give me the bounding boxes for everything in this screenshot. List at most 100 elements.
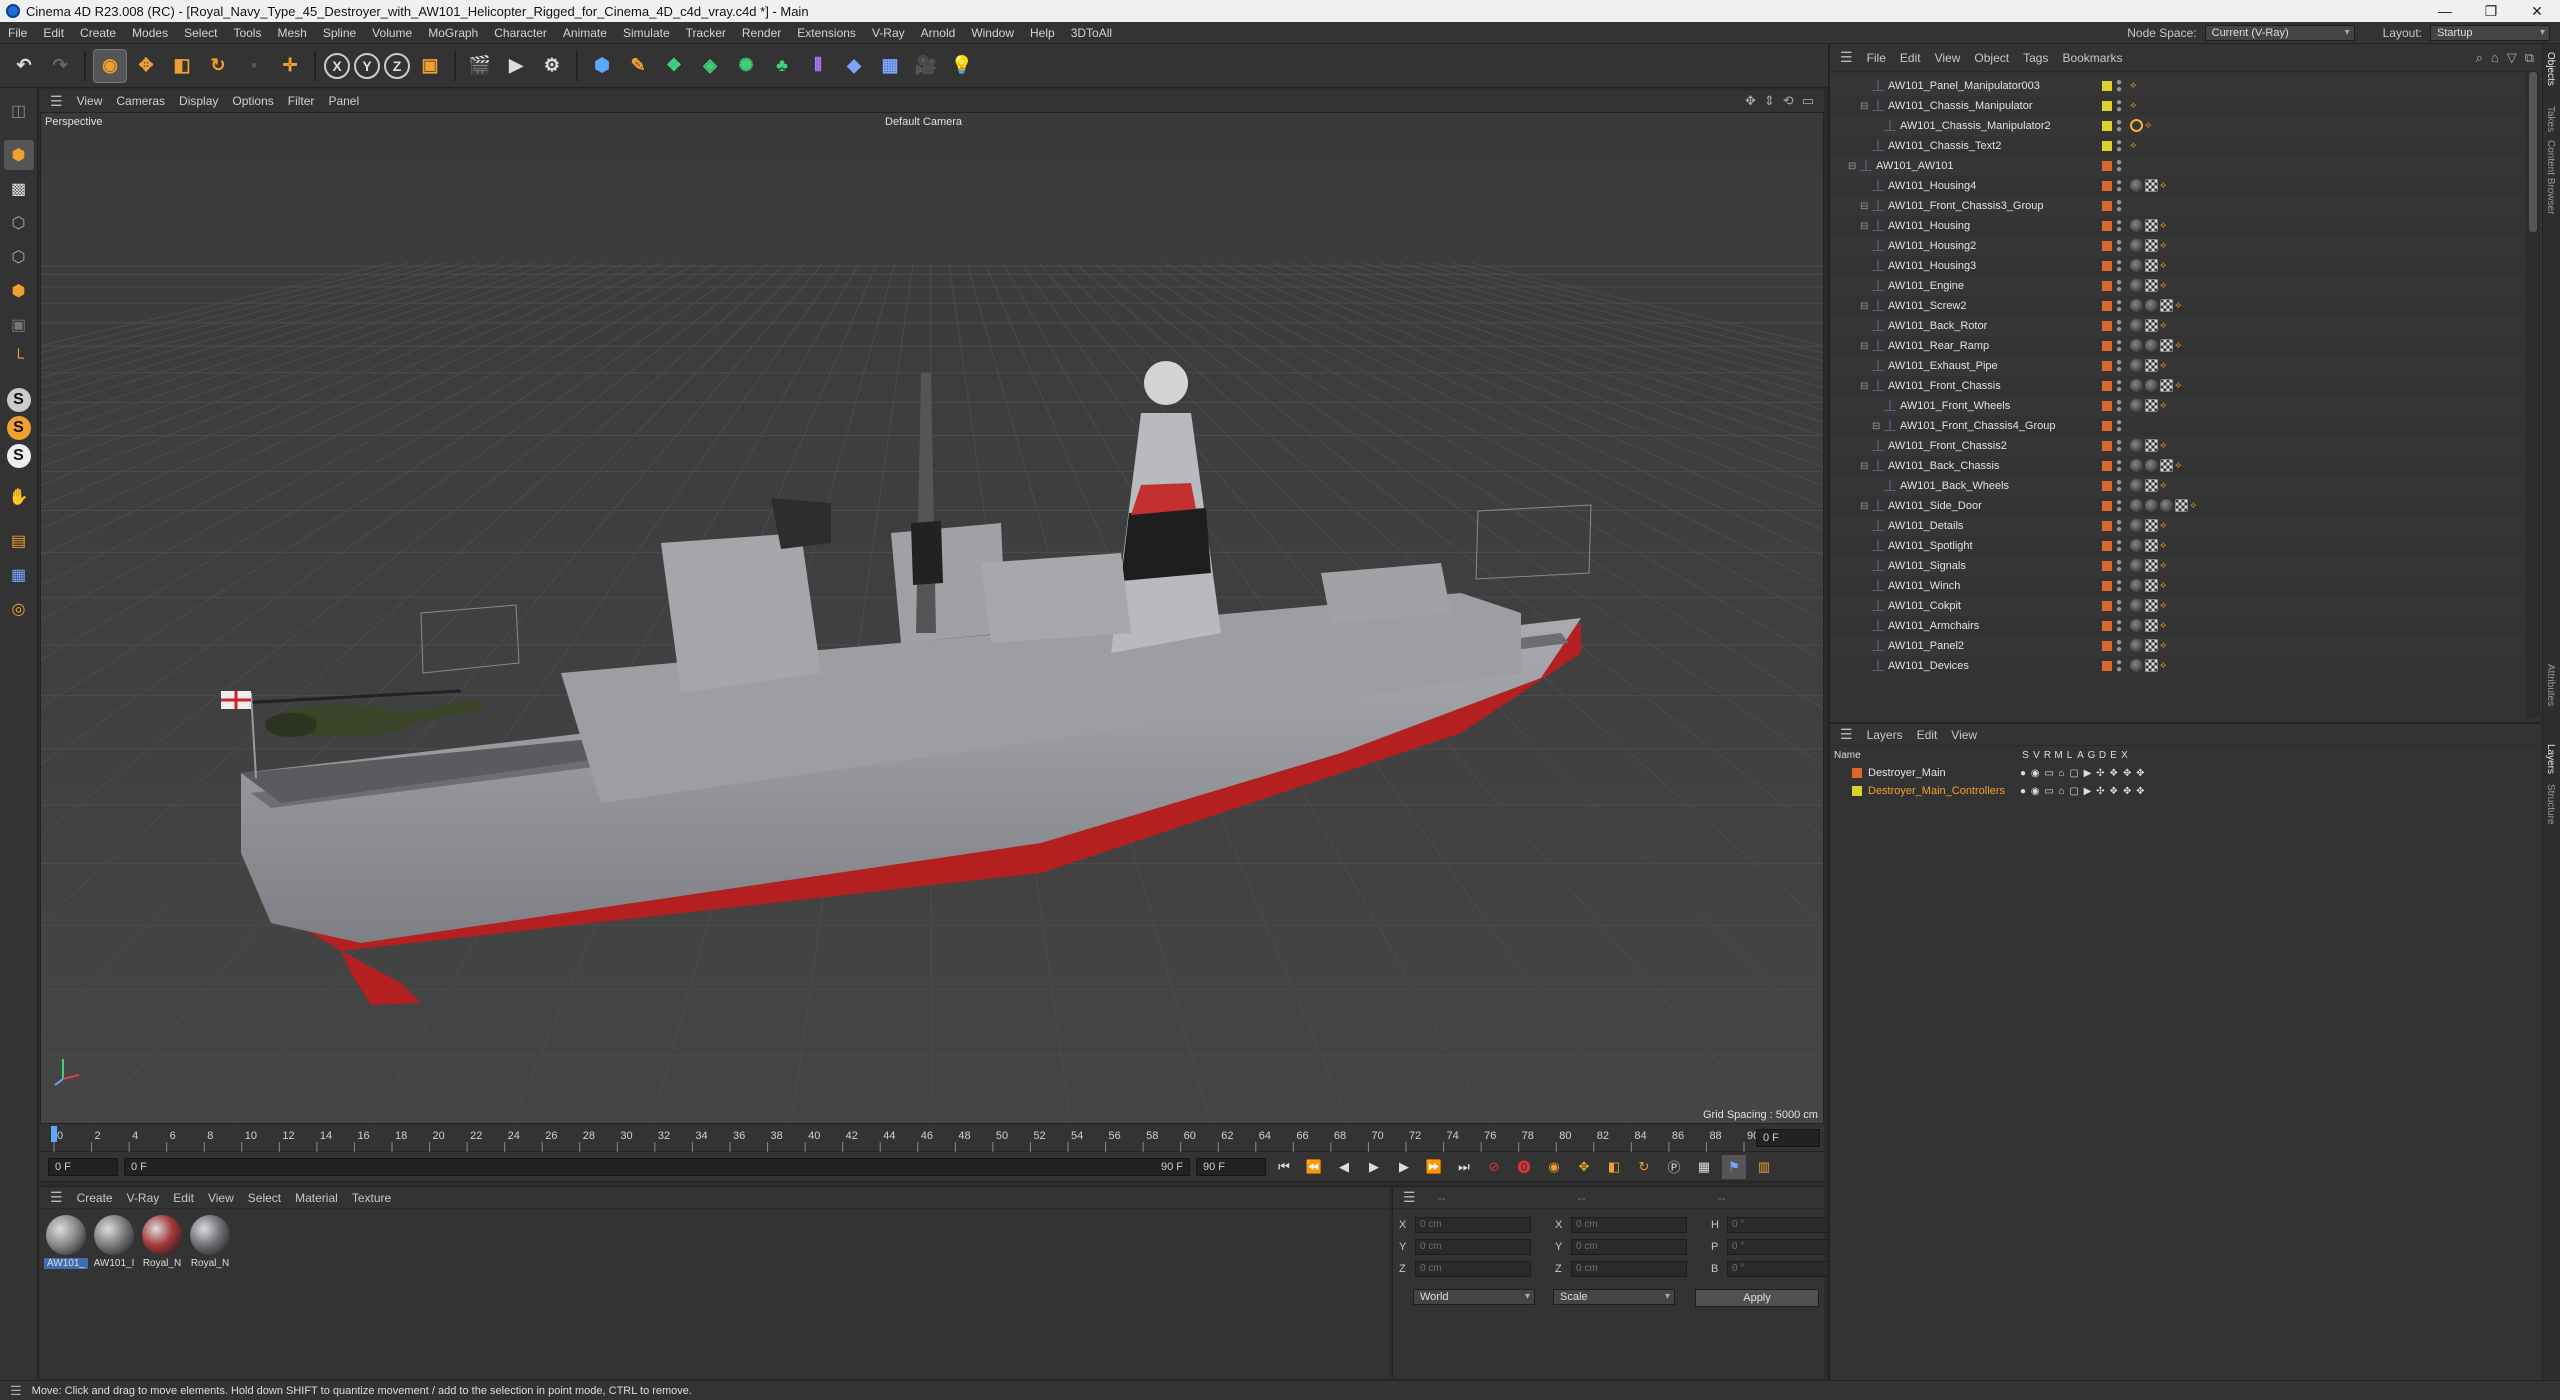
expand-toggle-icon[interactable]: ⊟ bbox=[1860, 221, 1872, 232]
object-menu-view[interactable]: View bbox=[1935, 51, 1961, 65]
layout-dropdown[interactable]: Startup bbox=[2430, 24, 2550, 41]
rig-tag-icon[interactable]: ⟡ bbox=[2175, 299, 2188, 312]
layer-color-swatch[interactable] bbox=[2102, 461, 2112, 471]
soft-selection-icon[interactable]: ◎ bbox=[4, 594, 34, 624]
layer-column-g[interactable]: G bbox=[2086, 750, 2097, 761]
menu-simulate[interactable]: Simulate bbox=[615, 26, 678, 40]
material-menu-texture[interactable]: Texture bbox=[352, 1191, 391, 1205]
material-menu-edit[interactable]: Edit bbox=[173, 1191, 194, 1205]
object-row[interactable]: ⏊ AW101_Housing4 ● ● ⟡ bbox=[1830, 176, 2524, 196]
object-row[interactable]: ⏊ AW101_Spotlight ● ● ⟡ bbox=[1830, 536, 2524, 556]
rig-tag-icon[interactable]: ⟡ bbox=[2160, 179, 2173, 192]
menu-tools[interactable]: Tools bbox=[225, 26, 269, 40]
menu-spline[interactable]: Spline bbox=[315, 26, 364, 40]
status-menu-icon[interactable]: ☰ bbox=[10, 1383, 22, 1399]
texture-tag-icon[interactable] bbox=[2145, 439, 2158, 452]
edges-mode-icon[interactable]: ⬡ bbox=[4, 242, 34, 272]
sculpt-icon[interactable]: ✋ bbox=[4, 482, 34, 512]
rig-tag-icon[interactable]: ⟡ bbox=[2160, 659, 2173, 672]
rig-tag-icon[interactable]: ⟡ bbox=[2160, 399, 2173, 412]
menu-extensions[interactable]: Extensions bbox=[789, 26, 864, 40]
visibility-dots-icon[interactable]: ● ● bbox=[2116, 618, 2122, 635]
menu-mesh[interactable]: Mesh bbox=[269, 26, 314, 40]
viewport-menu-options[interactable]: Options bbox=[232, 94, 273, 108]
object-row[interactable]: ⏊ AW101_Housing3 ● ● ⟡ bbox=[1830, 256, 2524, 276]
texture-tag-icon[interactable] bbox=[2145, 279, 2158, 292]
field-icon[interactable]: ◆ bbox=[838, 50, 870, 82]
rig-tag-icon[interactable]: ⟡ bbox=[2160, 279, 2173, 292]
current-frame-field[interactable]: 0 F bbox=[1756, 1129, 1820, 1147]
object-row[interactable]: ⏊ AW101_Chassis_Text2 ● ● ⟡ bbox=[1830, 136, 2524, 156]
visibility-dots-icon[interactable]: ● ● bbox=[2116, 438, 2122, 455]
object-row[interactable]: ⏊ AW101_Engine ● ● ⟡ bbox=[1830, 276, 2524, 296]
texture-tag-icon[interactable] bbox=[2160, 379, 2173, 392]
material-tag-icon[interactable] bbox=[2130, 279, 2143, 292]
material-tag-icon[interactable] bbox=[2145, 299, 2158, 312]
viewport-menu-panel[interactable]: Panel bbox=[328, 94, 359, 108]
layer-column-a[interactable]: A bbox=[2075, 750, 2086, 761]
material-menu-material[interactable]: Material bbox=[295, 1191, 338, 1205]
texture-tag-icon[interactable] bbox=[2145, 639, 2158, 652]
rig-tag-icon[interactable]: ⟡ bbox=[2175, 379, 2188, 392]
layer-color-swatch[interactable] bbox=[1852, 786, 1862, 796]
rig-tag-icon[interactable]: ⟡ bbox=[2160, 539, 2173, 552]
scale-tool-icon[interactable]: ◧ bbox=[166, 50, 198, 82]
menu-arnold[interactable]: Arnold bbox=[913, 26, 964, 40]
coord-value-field[interactable]: 0 cm bbox=[1571, 1239, 1687, 1255]
visibility-dots-icon[interactable]: ● ● bbox=[2116, 498, 2122, 515]
coord-value-field[interactable]: 0 cm bbox=[1415, 1239, 1531, 1255]
layer-row[interactable]: Destroyer_Main ● ◉ ▭ ⌂ ▢ ▶ ✣ ❖ ✥ ✥ bbox=[1830, 764, 2540, 782]
menu-volume[interactable]: Volume bbox=[364, 26, 420, 40]
menu-animate[interactable]: Animate bbox=[555, 26, 615, 40]
layer-color-swatch[interactable] bbox=[2102, 641, 2112, 651]
texture-tag-icon[interactable] bbox=[2145, 579, 2158, 592]
object-row[interactable]: ⊟ ⏊ AW101_Chassis_Manipulator ● ● ⟡ bbox=[1830, 96, 2524, 116]
object-row[interactable]: ⊟ ⏊ AW101_Back_Chassis ● ● ⟡ bbox=[1830, 456, 2524, 476]
rig-tag-icon[interactable]: ⟡ bbox=[2130, 79, 2143, 92]
menu-help[interactable]: Help bbox=[1022, 26, 1063, 40]
layer-color-swatch[interactable] bbox=[2102, 141, 2112, 151]
object-row[interactable]: ⏊ AW101_Housing2 ● ● ⟡ bbox=[1830, 236, 2524, 256]
texture-tag-icon[interactable] bbox=[2145, 599, 2158, 612]
expand-toggle-icon[interactable]: ⊟ bbox=[1872, 421, 1884, 432]
layer-color-swatch[interactable] bbox=[2102, 561, 2112, 571]
coord-scale-dropdown[interactable]: Scale bbox=[1553, 1289, 1675, 1305]
minimize-icon[interactable]: — bbox=[2422, 0, 2468, 22]
object-row[interactable]: ⏊ AW101_Details ● ● ⟡ bbox=[1830, 516, 2524, 536]
layer-menu-edit[interactable]: Edit bbox=[1917, 728, 1938, 742]
rig-tag-icon[interactable]: ⟡ bbox=[2160, 439, 2173, 452]
layer-menu-layers[interactable]: Layers bbox=[1867, 728, 1903, 742]
light-icon[interactable]: 💡 bbox=[946, 50, 978, 82]
layer-color-swatch[interactable] bbox=[2102, 321, 2112, 331]
side-tab-structure[interactable]: Structure bbox=[2545, 784, 2556, 825]
material-tag-icon[interactable] bbox=[2130, 299, 2143, 312]
layer-column-l[interactable]: L bbox=[2064, 750, 2075, 761]
layer-column-m[interactable]: M bbox=[2053, 750, 2064, 761]
key-rotation-icon[interactable]: ↻ bbox=[1632, 1155, 1656, 1179]
visibility-dots-icon[interactable]: ● ● bbox=[2116, 118, 2122, 135]
layer-menu-view[interactable]: View bbox=[1951, 728, 1977, 742]
home-icon[interactable]: ⌂ bbox=[2491, 50, 2499, 66]
layer-color-swatch[interactable] bbox=[2102, 221, 2112, 231]
texture-tag-icon[interactable] bbox=[2160, 299, 2173, 312]
object-menu-tags[interactable]: Tags bbox=[2023, 51, 2048, 65]
menu-window[interactable]: Window bbox=[963, 26, 1022, 40]
layer-color-swatch[interactable] bbox=[2102, 101, 2112, 111]
go-to-start-icon[interactable]: ⏮ bbox=[1272, 1155, 1296, 1179]
visibility-dots-icon[interactable]: ● ● bbox=[2116, 378, 2122, 395]
layer-color-swatch[interactable] bbox=[2102, 481, 2112, 491]
rig-tag-icon[interactable]: ⟡ bbox=[2160, 579, 2173, 592]
layer-toggle-icons[interactable]: ● ◉ ▭ ⌂ ▢ ▶ ✣ ❖ ✥ ✥ bbox=[2020, 768, 2146, 779]
material-tag-icon[interactable] bbox=[2160, 499, 2173, 512]
object-row[interactable]: ⏊ AW101_Chassis_Manipulator2 ● ● ⟡ bbox=[1830, 116, 2524, 136]
play-icon[interactable]: ▶ bbox=[1362, 1155, 1386, 1179]
object-row[interactable]: ⏊ AW101_Armchairs ● ● ⟡ bbox=[1830, 616, 2524, 636]
visibility-dots-icon[interactable]: ● ● bbox=[2116, 598, 2122, 615]
visibility-dots-icon[interactable]: ● ● bbox=[2116, 98, 2122, 115]
rig-tag-icon[interactable]: ⟡ bbox=[2145, 119, 2158, 132]
texture-tag-icon[interactable] bbox=[2145, 179, 2158, 192]
expand-toggle-icon[interactable]: ⊟ bbox=[1860, 341, 1872, 352]
scrollbar-thumb[interactable] bbox=[2529, 72, 2537, 232]
material-menu-view[interactable]: View bbox=[208, 1191, 234, 1205]
rig-tag-icon[interactable]: ⟡ bbox=[2160, 359, 2173, 372]
